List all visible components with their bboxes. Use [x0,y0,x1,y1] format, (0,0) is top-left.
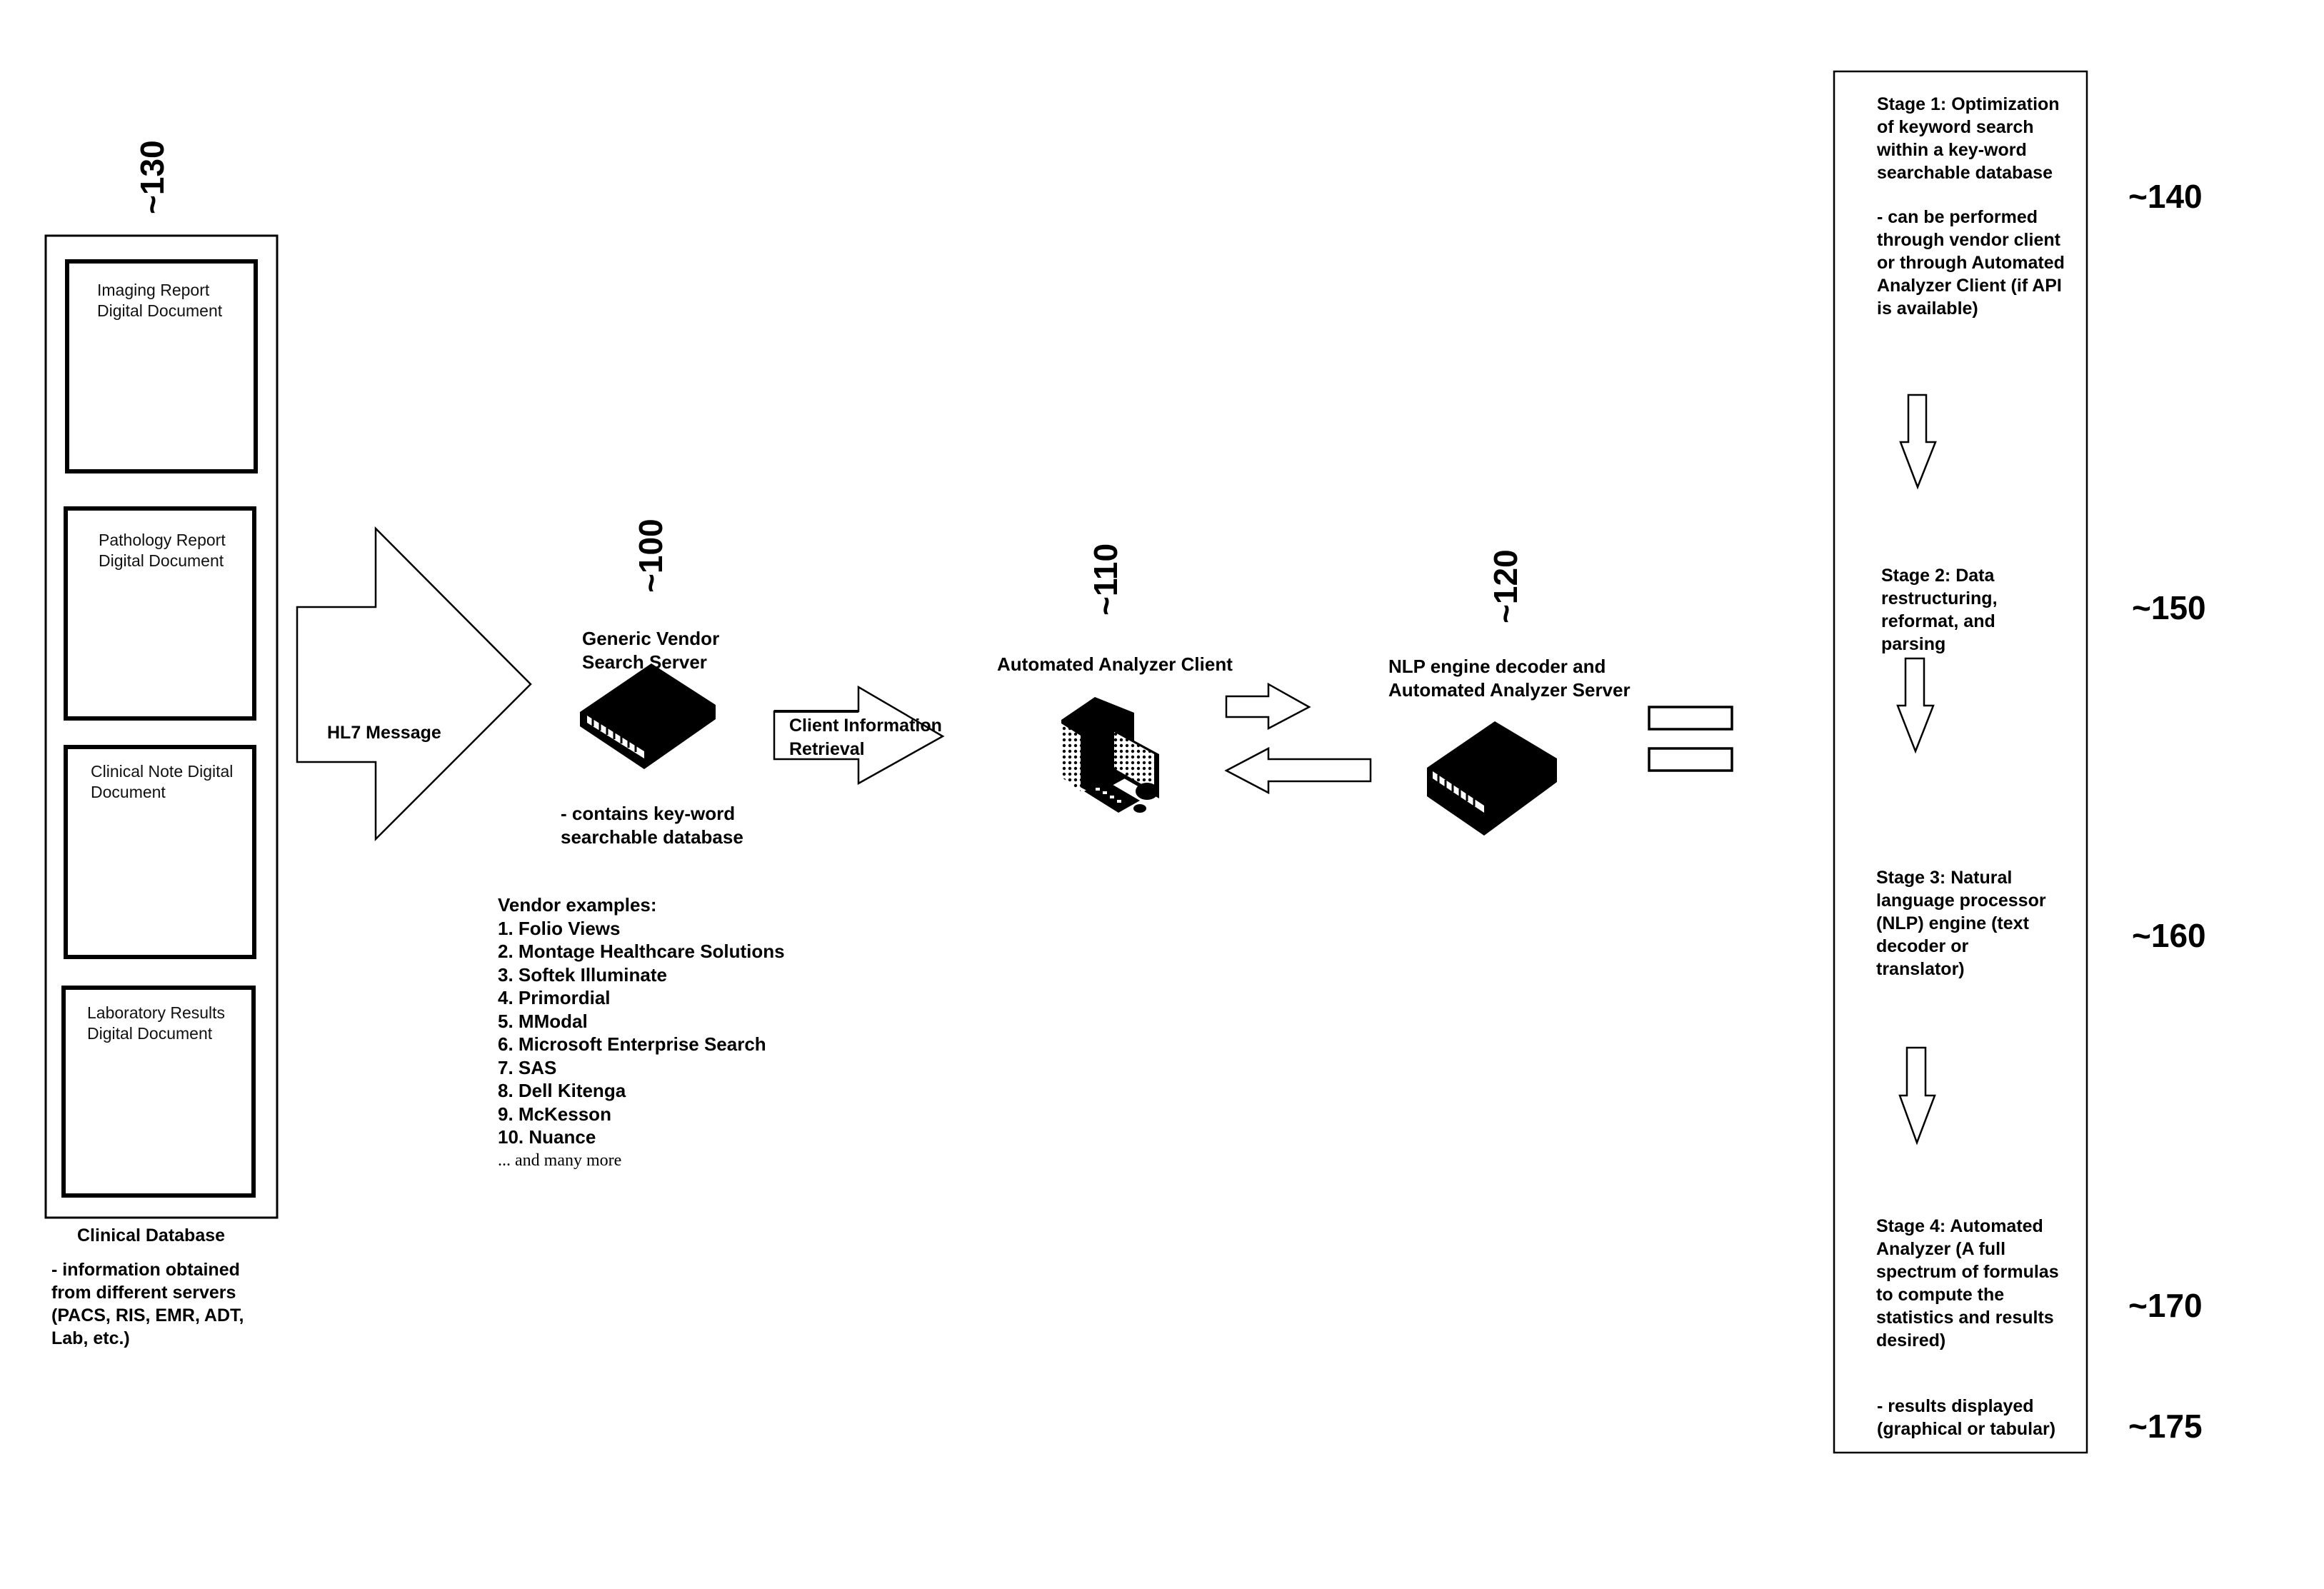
vendor-item: 7. SAS [498,1056,557,1078]
stage-1-note: - can be performed through vendor client… [1877,207,2065,319]
hl7-message-label: HL7 Message [327,723,441,743]
vendor-list-heading: Vendor examples: [498,894,657,916]
document-label-pathology: Pathology Report Digital Document [99,531,226,570]
server-icon [580,663,716,769]
stage-3-text: Stage 3: Natural language processor (NLP… [1876,868,2046,979]
equals-bar-top [1648,706,1733,731]
vendor-item: 8. Dell Kitenga [498,1080,626,1101]
equals-bar-bottom [1648,747,1733,772]
ref-170: ~170 [2128,1287,2203,1324]
stage-4-text: Stage 4: Automated Analyzer (A full spec… [1876,1216,2059,1350]
vendor-item: 4. Primordial [498,987,611,1008]
vendor-item: 5. MModal [498,1010,588,1032]
vendor-item: 10. Nuance [498,1126,596,1148]
stage-arrow-2 [1896,657,1935,754]
ref-175: ~175 [2128,1408,2203,1445]
vendor-item: 9. McKesson [498,1103,611,1125]
analyzer-client-title: Automated Analyzer Client [997,653,1233,675]
results-note: - results displayed (graphical or tabula… [1877,1396,2056,1439]
ref-150: ~150 [2132,589,2206,626]
vendor-list-more: ... and many more [498,1151,622,1170]
hl7-arrow-outline [296,526,532,842]
clinical-database-title: Clinical Database [77,1225,226,1245]
vendor-item: 6. Microsoft Enterprise Search [498,1033,766,1055]
vendor-item: 2. Montage Healthcare Solutions [498,941,785,962]
vendor-server-note: - contains key-word searchable database [561,803,743,848]
stage-1-text: Stage 1: Optimization of keyword search … [1877,94,2060,183]
ref-140: ~140 [2128,178,2203,215]
vendor-list: Vendor examples: 1. Folio Views 2. Monta… [498,893,785,1172]
clinical-database-box [44,234,279,1219]
stage-2-text: Stage 2: Data restructuring, reformat, a… [1881,566,1998,654]
server-icon [1427,721,1557,836]
document-label-laboratory: Laboratory Results Digital Document [87,1003,226,1043]
ref-130: ~130 [134,140,171,214]
stage-arrow-3 [1898,1046,1936,1146]
document-label-imaging: Imaging Report Digital Document [97,281,223,320]
arrow-right-shape [1225,682,1311,731]
ref-100: ~100 [632,518,669,593]
vendor-item: 1. Folio Views [498,917,621,939]
stage-arrow-1 [1899,394,1937,490]
clinical-database-note: - information obtained from different se… [51,1260,244,1348]
desktop-computer-icon [1061,697,1159,813]
nlp-server-title: NLP engine decoder and Automated Analyze… [1388,656,1631,701]
vendor-server-title: Generic Vendor Search Server [582,628,720,673]
document-label-clinical-note: Clinical Note Digital Document [91,762,234,801]
arrow-left-shape [1224,746,1372,795]
ref-110: ~110 [1087,543,1124,616]
ref-160: ~160 [2132,917,2206,954]
vendor-item: 3. Softek Illuminate [498,963,667,986]
client-retrieval-label: Client Information Retrieval [789,716,942,759]
ref-120: ~120 [1487,549,1524,623]
